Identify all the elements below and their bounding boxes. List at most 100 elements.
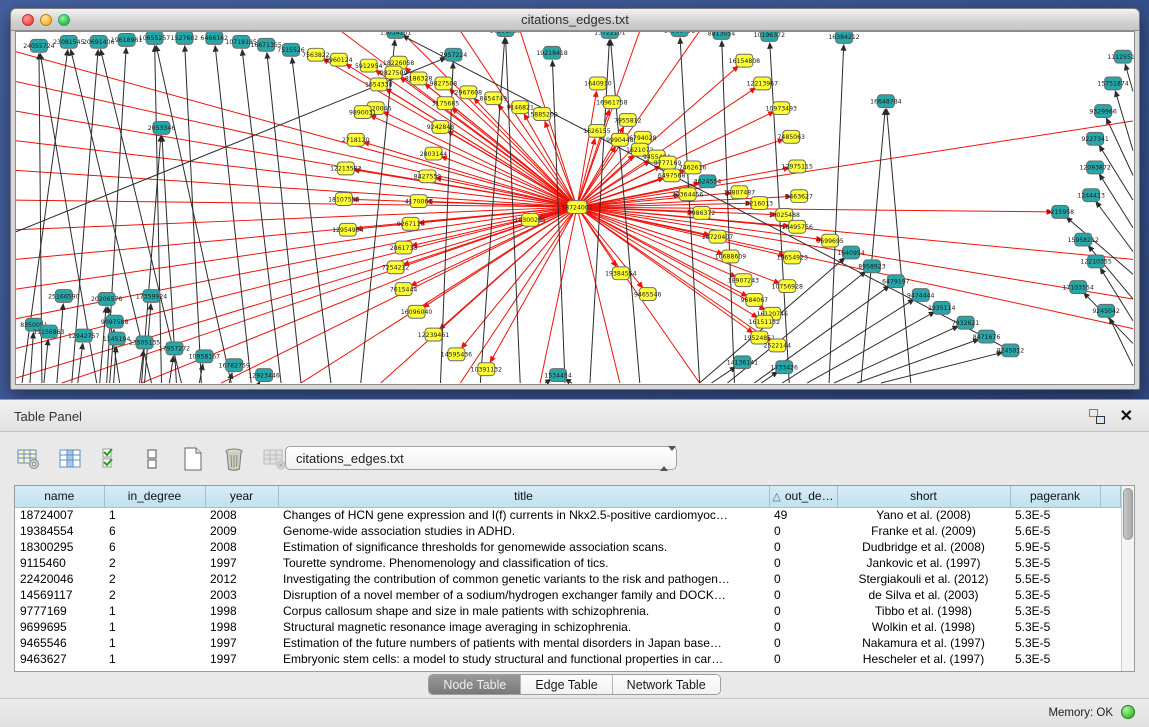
- network-node[interactable]: 12093872: [1079, 161, 1110, 174]
- network-node[interactable]: 9227341: [1081, 132, 1109, 145]
- network-node[interactable]: 18231725: [490, 32, 521, 36]
- network-node[interactable]: 7957224: [440, 48, 468, 61]
- table-type-tabs[interactable]: Node TableEdge TableNetwork Table: [428, 674, 720, 695]
- network-node[interactable]: 2967608: [455, 86, 483, 99]
- network-node[interactable]: 11125512: [1107, 50, 1134, 63]
- table-row[interactable]: 1830029562008Estimation of significance …: [15, 539, 1121, 555]
- network-node[interactable]: 1640954: [837, 246, 865, 259]
- scrollbar-thumb[interactable]: [1123, 488, 1133, 540]
- network-node[interactable]: 9329966: [1089, 105, 1117, 118]
- network-node[interactable]: 9699695: [816, 234, 844, 247]
- network-node[interactable]: 12942757: [68, 329, 99, 342]
- tab-node-table[interactable]: Node Table: [429, 675, 520, 694]
- network-node[interactable]: 10196372: [754, 32, 785, 41]
- network-node[interactable]: 1626155: [583, 124, 611, 137]
- table-row[interactable]: 946554611997Estimation of the future num…: [15, 635, 1121, 651]
- memory-ok-indicator-icon[interactable]: [1121, 705, 1135, 719]
- vertical-scrollbar[interactable]: [1121, 486, 1134, 671]
- window-titlebar[interactable]: citations_edges.txt: [11, 9, 1139, 31]
- network-node[interactable]: 10807487: [724, 186, 755, 199]
- network-node[interactable]: 2053346: [148, 121, 176, 134]
- table-row[interactable]: 977716911998Corpus callosum shape and si…: [15, 603, 1121, 619]
- network-node[interactable]: 14136141: [727, 356, 758, 369]
- network-node[interactable]: 2935114: [928, 301, 956, 314]
- network-node[interactable]: 1534454: [544, 369, 572, 382]
- network-node[interactable]: 20364456: [672, 188, 703, 201]
- network-node[interactable]: 5912954: [355, 59, 383, 72]
- node-table-grid[interactable]: namein_degreeyeartitle△out_de…shortpager…: [15, 486, 1121, 667]
- row-height-icon[interactable]: [137, 444, 167, 474]
- network-node[interactable]: 8471676: [973, 330, 1001, 343]
- network-node[interactable]: 1527602: [171, 32, 199, 44]
- network-node[interactable]: 2718120: [342, 133, 370, 146]
- network-node[interactable]: 19384554: [605, 267, 636, 280]
- network-node[interactable]: 8186328: [405, 72, 433, 85]
- network-node[interactable]: 16384212: [828, 32, 859, 43]
- network-node[interactable]: 9465546: [634, 288, 662, 301]
- network-node[interactable]: 17957272: [159, 342, 190, 355]
- network-node[interactable]: 16953792: [664, 32, 695, 36]
- network-canvas[interactable]: 1872400724055724230815452069140619618981…: [15, 31, 1135, 385]
- new-table-icon[interactable]: [178, 444, 208, 474]
- select-visible-columns-icon[interactable]: [96, 444, 126, 474]
- network-node[interactable]: 15958212: [1067, 233, 1098, 246]
- close-panel-icon[interactable]: ✕: [1120, 406, 1133, 426]
- network-node[interactable]: 1244413: [1077, 189, 1105, 202]
- column-header-title[interactable]: title: [278, 486, 769, 507]
- network-node[interactable]: 20206576: [91, 293, 122, 306]
- table-body[interactable]: 1872400712008Changes of HCN gene express…: [15, 507, 1121, 667]
- column-header-out_de[interactable]: △out_de…: [769, 486, 837, 507]
- table-row[interactable]: 1456911722003Disruption of a novel membe…: [15, 587, 1121, 603]
- table-row[interactable]: 911546021997Tourette syndrome. Phenomeno…: [15, 555, 1121, 571]
- network-node[interactable]: 14595436: [441, 348, 472, 361]
- network-node[interactable]: 16961758: [596, 96, 627, 109]
- network-view-window[interactable]: citations_edges.txt 18724007240557242308…: [10, 8, 1140, 390]
- tab-network-table[interactable]: Network Table: [612, 675, 720, 694]
- network-node[interactable]: 15722101: [594, 32, 625, 38]
- network-node[interactable]: 9215958: [1047, 206, 1075, 219]
- network-node[interactable]: 17359924: [136, 290, 167, 303]
- float-panel-icon[interactable]: [1089, 409, 1105, 424]
- column-header-year[interactable]: year: [205, 486, 278, 507]
- network-node[interactable]: 9267110: [397, 217, 425, 230]
- column-header-pagerank[interactable]: pagerank: [1010, 486, 1100, 507]
- network-node[interactable]: 9827508: [430, 77, 458, 90]
- network-node[interactable]: 19654923: [777, 251, 808, 264]
- network-node[interactable]: 7485063: [777, 130, 805, 143]
- network-node[interactable]: 12923446: [248, 369, 279, 382]
- column-header-short[interactable]: short: [837, 486, 1010, 507]
- table-row[interactable]: 946362711997Embryonic stem cells: a mode…: [15, 651, 1121, 667]
- table-row[interactable]: 2242004622012Investigating the contribut…: [15, 571, 1121, 587]
- network-node[interactable]: 10025488: [769, 208, 800, 221]
- table-row[interactable]: 1872400712008Changes of HCN gene express…: [15, 507, 1121, 523]
- network-node[interactable]: 16154808: [729, 54, 760, 67]
- network-node[interactable]: 8454749: [480, 92, 508, 105]
- network-node[interactable]: 16782759: [219, 359, 250, 372]
- show-columns-icon[interactable]: [55, 444, 85, 474]
- network-node[interactable]: 13505135: [129, 336, 160, 349]
- network-node[interactable]: 6466162: [201, 32, 229, 44]
- network-node[interactable]: 16495756: [782, 220, 813, 233]
- table-header-row[interactable]: namein_degreeyeartitle△out_de…shortpager…: [15, 486, 1121, 507]
- network-node[interactable]: 25166590: [48, 290, 79, 303]
- network-node[interactable]: 12954904: [332, 223, 363, 236]
- table-selector-dropdown[interactable]: citations_edges.txt: [285, 446, 677, 470]
- network-node[interactable]: 15751874: [1097, 77, 1128, 90]
- network-node[interactable]: 19218418: [536, 46, 567, 59]
- network-node[interactable]: 9463627: [785, 190, 813, 203]
- delete-table-icon[interactable]: [219, 444, 249, 474]
- table-row[interactable]: 969969511998Structural magnetic resonanc…: [15, 619, 1121, 635]
- network-node[interactable]: 10973493: [766, 102, 797, 115]
- network-node[interactable]: 23081545: [53, 35, 84, 48]
- network-node[interactable]: 10655257: [139, 32, 170, 44]
- column-header-name[interactable]: name: [15, 486, 104, 507]
- column-header-in_degree[interactable]: in_degree: [104, 486, 205, 507]
- network-node[interactable]: 20691406: [83, 35, 114, 48]
- network-node[interactable]: 12213583: [330, 162, 361, 175]
- table-row[interactable]: 1938455462009Genome-wide association stu…: [15, 523, 1121, 539]
- network-node[interactable]: 8813054: [708, 32, 736, 39]
- network-node[interactable]: 10391132: [471, 363, 502, 376]
- citation-network-graph[interactable]: 1872400724055724230815452069140619618981…: [16, 32, 1134, 384]
- network-node[interactable]: 2803144: [420, 147, 448, 160]
- network-node[interactable]: 1145194: [103, 332, 131, 345]
